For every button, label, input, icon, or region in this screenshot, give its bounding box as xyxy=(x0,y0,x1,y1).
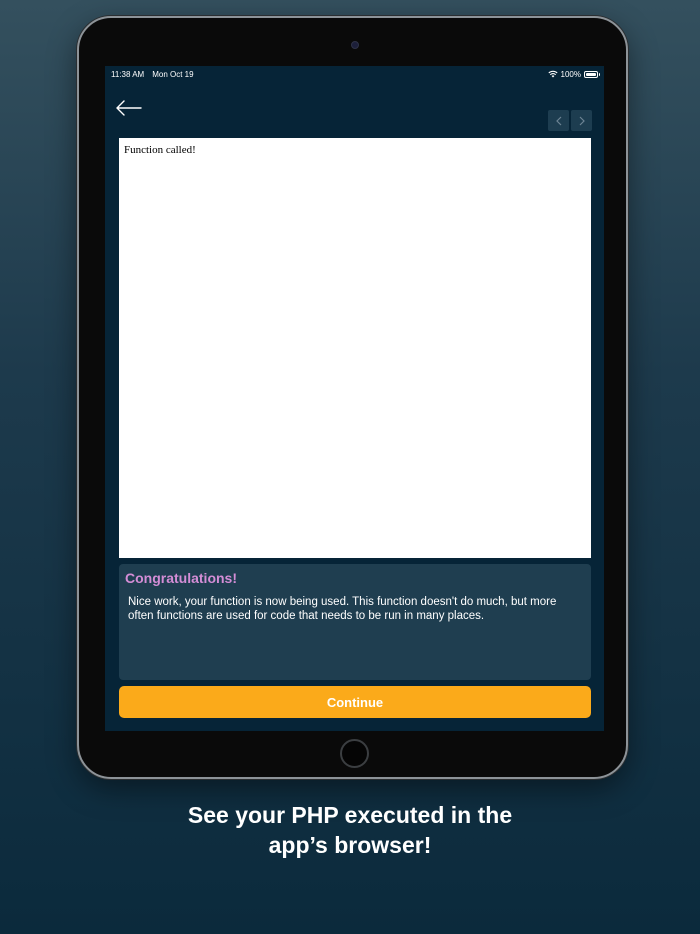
message-title: Congratulations! xyxy=(125,570,237,586)
status-bar: 11:38 AM Mon Oct 19 100% xyxy=(105,66,604,82)
status-time: 11:38 AM xyxy=(111,69,145,79)
browser-nav xyxy=(548,110,592,131)
home-button[interactable] xyxy=(340,739,369,768)
battery-icon xyxy=(584,70,600,78)
status-indicators: 100% xyxy=(547,69,600,79)
browser-forward-button[interactable] xyxy=(571,110,592,131)
arrow-left-icon xyxy=(116,100,142,116)
caption-line-2: app’s browser! xyxy=(268,832,432,858)
caption-line-1: See your PHP executed in the xyxy=(187,802,513,828)
browser-output-text: Function called! xyxy=(124,144,196,156)
message-body: Nice work, your function is now being us… xyxy=(128,596,557,622)
camera-icon xyxy=(351,41,359,49)
browser-output: Function called! xyxy=(119,138,591,558)
wifi-icon xyxy=(547,70,558,78)
marketing-caption: See your PHP executed in the app’s brows… xyxy=(0,800,700,860)
ipad-frame: 11:38 AM Mon Oct 19 100% Function called… xyxy=(77,16,628,779)
battery-percent: 100% xyxy=(560,69,581,79)
back-button[interactable] xyxy=(113,98,145,118)
status-date: Mon Oct 19 xyxy=(152,69,194,79)
chevron-right-icon xyxy=(579,116,585,125)
result-message-card: Congratulations! Nice work, your functio… xyxy=(119,564,591,680)
continue-button[interactable]: Continue xyxy=(119,686,591,718)
chevron-left-icon xyxy=(555,116,561,125)
app-screen: 11:38 AM Mon Oct 19 100% Function called… xyxy=(105,66,604,731)
browser-back-button[interactable] xyxy=(548,110,569,131)
